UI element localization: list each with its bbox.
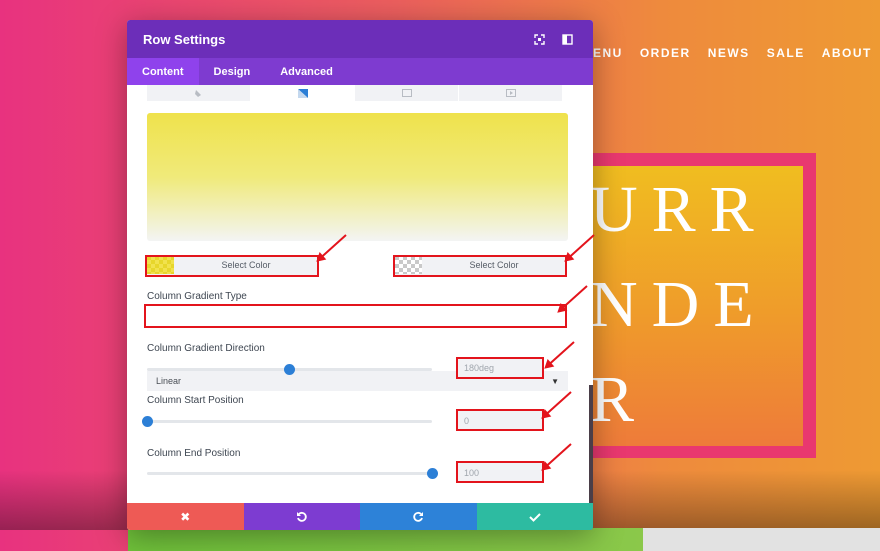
hero-text-line-3: R [590, 363, 649, 436]
annotation-box-gradient-type [144, 304, 567, 328]
redo-icon [413, 511, 424, 522]
check-icon [529, 512, 541, 522]
nav-item-menu[interactable]: ENU [593, 46, 623, 60]
redo-button[interactable] [360, 503, 477, 530]
green-section-strip [128, 528, 643, 551]
modal-header: Row Settings [127, 20, 593, 58]
modal-title: Row Settings [143, 31, 226, 47]
annotation-box-end-color [393, 255, 567, 277]
save-button[interactable] [476, 503, 593, 530]
nav-item-sale[interactable]: SALE [767, 46, 805, 60]
hero-text-line-1: URR [590, 173, 768, 246]
hero-text-line-2: NDE [590, 268, 768, 341]
end-position-slider-handle[interactable] [426, 468, 438, 479]
annotation-box-start-position [456, 409, 544, 431]
undo-icon [296, 511, 307, 522]
cancel-button[interactable]: ✖ [127, 503, 244, 530]
gradient-direction-slider-handle[interactable] [284, 364, 295, 375]
chevron-down-icon: ▼ [551, 376, 559, 386]
nav-item-order[interactable]: ORDER [640, 46, 691, 60]
undo-button[interactable] [243, 503, 360, 530]
bg-tab-image[interactable] [355, 85, 459, 101]
bg-tab-color[interactable] [147, 85, 251, 101]
start-position-slider-handle[interactable] [141, 416, 153, 427]
modal-footer: ✖ [127, 503, 593, 530]
annotation-box-start-color [145, 255, 319, 277]
tab-advanced[interactable]: Advanced [265, 58, 348, 85]
tab-content[interactable]: Content [127, 58, 199, 85]
gradient-type-value: Linear [156, 376, 182, 386]
start-position-label: Column Start Position [147, 395, 244, 406]
gradient-type-label: Column Gradient Type [147, 291, 247, 302]
modal-tabs: Content Design Advanced [127, 58, 593, 85]
grey-section-strip [643, 528, 880, 551]
nav-item-news[interactable]: NEWS [708, 46, 750, 60]
tab-design[interactable]: Design [199, 58, 266, 85]
start-position-slider[interactable] [141, 416, 432, 427]
bg-tab-video[interactable] [459, 85, 563, 101]
site-navigation: ENU ORDER NEWS SALE ABOUT [593, 46, 872, 60]
image-icon [401, 89, 412, 97]
gradient-icon [297, 88, 308, 98]
sidebar-toggle-icon[interactable] [557, 29, 577, 49]
gradient-preview [147, 113, 568, 241]
annotation-box-direction [456, 357, 544, 379]
end-position-label: Column End Position [147, 448, 241, 459]
gradient-direction-slider[interactable] [147, 364, 432, 375]
bg-tab-gradient[interactable] [251, 85, 355, 101]
background-type-tabs [147, 85, 568, 101]
end-position-slider[interactable] [147, 468, 438, 479]
fullscreen-icon[interactable] [529, 29, 549, 49]
annotation-box-end-position [456, 461, 544, 483]
video-icon [505, 89, 516, 97]
gradient-direction-label: Column Gradient Direction [147, 343, 265, 354]
paint-bucket-icon [194, 90, 201, 97]
close-icon: ✖ [180, 509, 191, 524]
nav-item-about[interactable]: ABOUT [822, 46, 872, 60]
